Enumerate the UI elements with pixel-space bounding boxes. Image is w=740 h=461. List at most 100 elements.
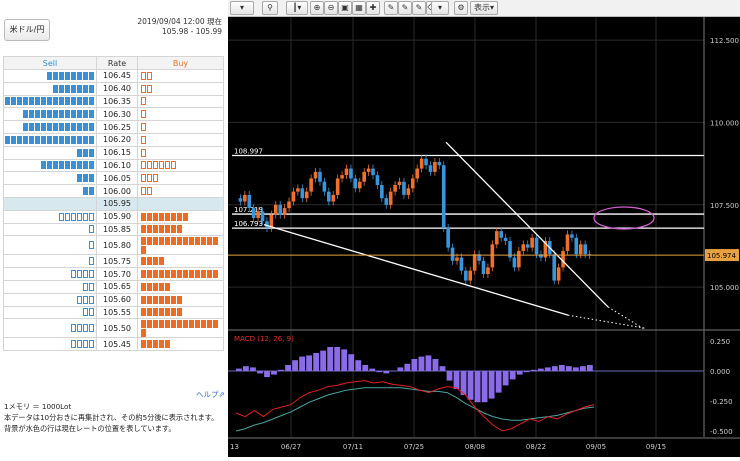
order-book-row: 105.70 [3,267,224,281]
sell-block [65,123,70,132]
display-button[interactable]: 表示▾ [470,1,498,15]
buy-block [183,270,188,279]
order-book-panel: 米ドル/円 2019/09/04 12:00 現在 105.98 - 105.9… [0,0,228,457]
sell-block [71,212,76,221]
chart-toolbar: ▾ ⚲ ┃▾ ⊕ ⊖ ▣ ▦ ✚ ✎ ✎ ✎ ⌫ ▾ ⚙ 表示▾ [228,0,740,17]
sell-block [89,71,94,80]
draw-line-icon[interactable]: ✎ [384,1,398,15]
buy-block [153,161,158,170]
rate-cell: 106.20 [96,132,138,147]
sell-bar [3,184,97,198]
buy-block [147,340,152,349]
sell-block [77,97,82,106]
macd-histogram-bar [572,367,579,371]
buy-block [171,295,176,304]
buy-block [147,174,152,183]
crosshair-icon[interactable]: ✚ [366,1,380,15]
sell-block [23,97,28,106]
settings-icon[interactable]: ⚙ [454,1,468,15]
candle-body [486,267,490,274]
sell-block [35,97,40,106]
candle-body [349,168,353,179]
sell-block [71,324,76,333]
candle-body [503,237,508,242]
rate-cell: 106.05 [96,171,138,186]
help-link[interactable]: ヘルプ⇗ [196,389,225,400]
buy-bar [137,120,224,134]
zoom-out-icon[interactable]: ⊖ [324,1,338,15]
candle-type-icon[interactable]: ┃▾ [286,1,308,15]
buy-block [141,225,146,234]
buy-block [159,161,164,170]
candle-body [441,165,446,228]
currency-pair-selector[interactable]: 米ドル/円 [4,19,50,41]
candle-body [521,244,526,251]
sell-block [77,148,82,157]
order-book-row: 105.90 [3,209,224,224]
grid-icon[interactable]: ▦ [352,1,366,15]
candle-body [327,191,331,202]
candle-body [450,247,455,261]
chart-canvas[interactable]: 112.500110.000107.500105.000108.997107.2… [228,17,740,457]
sell-block [89,123,94,132]
sell-block [35,135,40,144]
rate-cell: 106.10 [96,158,138,173]
buy-block [159,236,164,245]
buy-bar [137,254,224,269]
candle-body [309,178,313,192]
candle-body [534,237,539,255]
display-label: 表示 [473,3,490,12]
level-label: 108.997 [234,147,263,155]
buy-block [207,270,212,279]
buy-block [171,225,176,234]
order-book-row: 105.80 [3,235,224,256]
buy-block [201,270,206,279]
price-tick-label: 105.000 [710,284,739,292]
candle-body [366,168,371,172]
candle-body [353,178,358,189]
link-icon[interactable]: ⚲ [262,1,278,15]
draw-shape-icon[interactable]: ✎ [412,1,426,15]
sell-block [59,123,64,132]
external-link-icon: ⇗ [218,390,225,399]
buy-bar [137,209,224,224]
buy-block [141,295,146,304]
candle-body [318,171,322,182]
sell-block [11,97,16,106]
trend-line [263,223,569,316]
buy-block [177,319,182,328]
draw-text-icon[interactable]: ✎ [398,1,412,15]
macd-histogram-bar [299,356,305,371]
sell-block [59,212,64,221]
rate-cell: 106.15 [96,145,138,160]
macd-histogram-bar [509,371,516,380]
candle-body [371,168,375,176]
trend-line-dashed [607,306,644,329]
candle-body [424,158,428,166]
macd-histogram-bar [432,359,439,371]
buy-block [171,212,176,221]
candle-body [287,201,291,209]
sell-bar [3,267,97,281]
zoom-in-icon[interactable]: ⊕ [310,1,324,15]
macd-histogram-bar [502,371,509,386]
buy-block [141,328,146,337]
sell-block [83,123,88,132]
pair-dropdown[interactable]: ▾ [230,1,254,15]
order-book-row: 105.50 [3,318,224,339]
macd-label: MACD (12, 26, 9) [234,335,294,343]
fit-icon[interactable]: ▣ [338,1,352,15]
date-tick-label: 07/11 [343,443,363,451]
macd-histogram-bar [474,371,481,403]
level-label: 106.793 [234,220,263,228]
candle-body [300,188,305,199]
macd-histogram-bar [523,371,530,373]
indicator-dropdown[interactable]: ▾ [431,1,449,15]
rate-cell: 105.55 [96,305,138,320]
macd-histogram-bar [390,371,397,372]
candle-body [459,257,464,271]
candle-body [490,244,495,268]
price-chart[interactable]: 112.500 110.000 107.500 105.000 108.997 107.2… [228,17,740,457]
buy-bar [137,235,224,256]
buy-block [147,319,152,328]
